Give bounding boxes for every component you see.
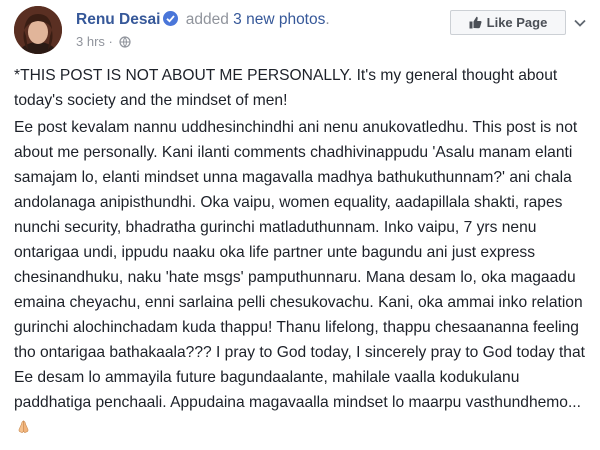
action-suffix: . — [325, 11, 330, 28]
avatar-image — [14, 6, 62, 54]
folded-hands-icon — [16, 417, 31, 442]
action-text: added — [185, 11, 229, 28]
post-paragraph-1: *THIS POST IS NOT ABOUT ME PERSONALLY. I… — [14, 67, 558, 109]
post-header: Renu Desai added 3 new photos. 3 hrs · L — [14, 4, 590, 56]
meta-separator: · — [108, 34, 113, 49]
post-meta: 3 hrs · — [76, 34, 131, 51]
post-paragraph-2-text: Ee post kevalam nannu uddhesinchindhi an… — [14, 119, 585, 411]
facebook-post: Renu Desai added 3 new photos. 3 hrs · L — [0, 0, 600, 450]
avatar[interactable] — [14, 6, 62, 54]
author-name[interactable]: Renu Desai — [76, 11, 160, 28]
thumbs-up-icon — [469, 16, 482, 29]
like-page-label: Like Page — [486, 15, 548, 30]
verified-badge-icon — [163, 11, 179, 26]
photos-link[interactable]: 3 new photos — [233, 11, 325, 28]
timestamp[interactable]: 3 hrs — [76, 34, 105, 49]
globe-icon[interactable] — [118, 36, 131, 51]
post-paragraph-2: Ee post kevalam nannu uddhesinchindhi an… — [14, 115, 589, 442]
post-menu-button[interactable] — [570, 10, 590, 35]
chevron-down-icon — [574, 14, 586, 32]
post-title-line: Renu Desai added 3 new photos. — [76, 11, 330, 29]
like-page-button[interactable]: Like Page — [450, 10, 566, 35]
